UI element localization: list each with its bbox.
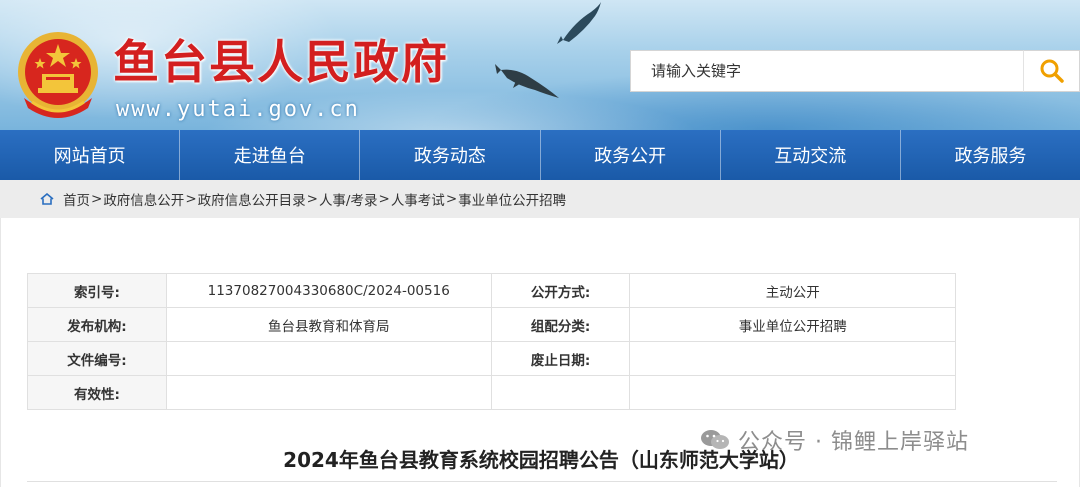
breadcrumb-public-recruitment[interactable]: 事业单位公开招聘 (458, 189, 566, 209)
breadcrumb-home[interactable]: 首页 (63, 189, 90, 209)
watermark: 公众号 · 锦鲤上岸驿站 (700, 424, 969, 456)
meta-label: 文件编号: (27, 341, 167, 376)
meta-value: 鱼台县教育和体育局 (165, 307, 492, 342)
nav-item-government-disclosure[interactable]: 政务公开 (541, 130, 721, 180)
breadcrumb-separator: > (185, 191, 197, 207)
nav-item-about-yutai[interactable]: 走进鱼台 (180, 130, 361, 180)
breadcrumb-government-info[interactable]: 政府信息公开 (103, 189, 184, 209)
meta-label (490, 375, 631, 410)
table-row: 文件编号: 废止日期: (27, 341, 956, 376)
meta-label: 发布机构: (27, 307, 167, 342)
meta-value (165, 375, 492, 410)
nav-item-home[interactable]: 网站首页 (0, 130, 181, 180)
search-input[interactable] (631, 51, 1023, 91)
watermark-text: 公众号 · 锦鲤上岸驿站 (738, 430, 969, 455)
site-url: www.yutai.gov.cn (116, 97, 360, 122)
breadcrumb-separator: > (91, 191, 103, 207)
nav-item-government-services[interactable]: 政务服务 (901, 130, 1080, 180)
nav-item-government-news[interactable]: 政务动态 (360, 130, 541, 180)
main-nav: 网站首页 走进鱼台 政务动态 政务公开 互动交流 政务服务 (0, 130, 1080, 180)
breadcrumb-separator: > (378, 191, 390, 207)
meta-label: 索引号: (27, 273, 167, 308)
national-emblem-icon (18, 32, 98, 118)
meta-value: 11370827004330680C/2024-00516 (165, 273, 492, 308)
table-row: 索引号: 11370827004330680C/2024-00516 公开方式:… (27, 273, 956, 308)
wechat-icon (700, 428, 730, 452)
nav-item-interaction[interactable]: 互动交流 (721, 130, 901, 180)
site-title: 鱼台县人民政府 (113, 35, 449, 89)
meta-value: 事业单位公开招聘 (629, 307, 956, 342)
search-field[interactable] (630, 50, 1024, 92)
meta-label: 有效性: (27, 375, 167, 410)
meta-value (165, 341, 492, 376)
header-banner: 鱼台县人民政府 www.yutai.gov.cn (0, 0, 1080, 130)
breadcrumb-personnel[interactable]: 人事/考录 (319, 189, 378, 209)
breadcrumb-separator: > (445, 191, 458, 207)
document-meta-table: 索引号: 11370827004330680C/2024-00516 公开方式:… (27, 273, 956, 410)
meta-label: 组配分类: (490, 307, 631, 342)
search-button[interactable] (1023, 50, 1080, 92)
meta-value (629, 375, 956, 410)
breadcrumb-info-catalog[interactable]: 政府信息公开目录 (198, 189, 306, 209)
home-icon (40, 193, 54, 205)
meta-label: 公开方式: (490, 273, 631, 308)
meta-value: 主动公开 (629, 273, 956, 308)
meta-label: 废止日期: (490, 341, 631, 376)
breadcrumb-separator: > (306, 191, 318, 207)
breadcrumb: 首页 > 政府信息公开 > 政府信息公开目录 > 人事/考录 > 人事考试 > … (0, 180, 1080, 218)
divider (27, 481, 1057, 482)
fish-decoration-icon (495, 64, 559, 98)
breadcrumb-personnel-exam[interactable]: 人事考试 (391, 189, 445, 209)
fish-decoration-icon (557, 2, 601, 44)
meta-value (629, 341, 956, 376)
table-row: 发布机构: 鱼台县教育和体育局 组配分类: 事业单位公开招聘 (27, 307, 956, 342)
search-icon (1040, 59, 1064, 83)
table-row: 有效性: (27, 375, 956, 410)
